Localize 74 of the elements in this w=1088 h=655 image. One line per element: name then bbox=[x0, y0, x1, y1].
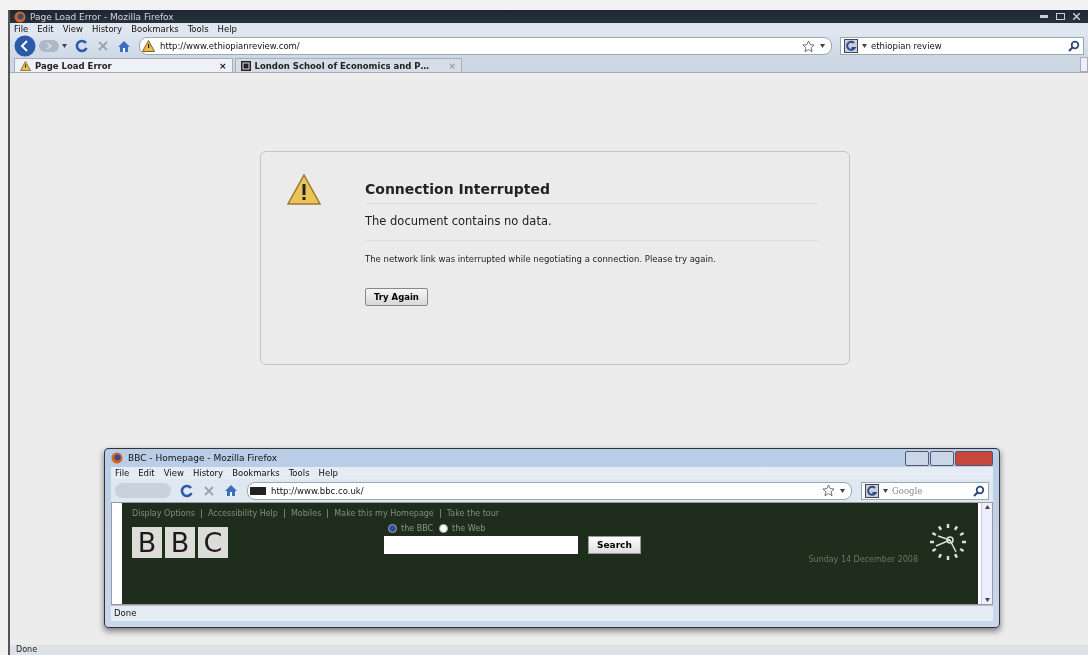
header-link[interactable]: Make this my Homepage bbox=[334, 509, 434, 518]
warning-icon bbox=[287, 174, 321, 205]
header-link[interactable]: Display Options bbox=[132, 509, 195, 518]
window-title: BBC - Homepage - Mozilla Firefox bbox=[128, 453, 278, 463]
menu-item[interactable]: Tools bbox=[288, 468, 310, 478]
tab[interactable]: London School of Economics and P… × bbox=[234, 58, 463, 72]
search-engine-icon[interactable] bbox=[865, 483, 879, 498]
search-input[interactable] bbox=[384, 536, 578, 554]
menu-item[interactable]: Tools bbox=[187, 24, 209, 34]
menu-item[interactable]: File bbox=[115, 468, 130, 478]
caret-icon[interactable] bbox=[883, 488, 888, 493]
date-text: Sunday 14 December 2008 bbox=[808, 555, 918, 564]
home-icon[interactable] bbox=[224, 484, 238, 497]
menu-item[interactable]: Edit bbox=[138, 468, 155, 478]
home-icon[interactable] bbox=[117, 39, 131, 53]
header-link[interactable]: Take the tour bbox=[446, 509, 500, 518]
bookmark-star-icon[interactable] bbox=[822, 484, 835, 497]
minimize-button[interactable] bbox=[905, 450, 929, 466]
search-engine-icon[interactable] bbox=[844, 39, 858, 53]
caret-icon[interactable] bbox=[820, 44, 825, 48]
logo-letter: B bbox=[165, 526, 195, 558]
menu-item[interactable]: History bbox=[91, 24, 123, 34]
back-icon[interactable] bbox=[14, 35, 36, 57]
tab[interactable]: Page Load Error × bbox=[14, 58, 233, 72]
bookmark-star-icon[interactable] bbox=[802, 39, 815, 53]
scope-radio[interactable]: the Web bbox=[439, 524, 486, 533]
menu-item[interactable]: History bbox=[192, 468, 224, 478]
firefox-logo-icon bbox=[14, 10, 26, 23]
close-icon[interactable] bbox=[1073, 13, 1080, 20]
error-summary: The document contains no data. bbox=[365, 204, 819, 241]
menu-item[interactable]: Bookmarks bbox=[232, 468, 280, 478]
logo-letter: C bbox=[198, 526, 228, 558]
scope-radio[interactable]: the BBC bbox=[388, 524, 434, 533]
search-field[interactable]: ethiopian review bbox=[840, 37, 1084, 55]
firefox-logo-icon bbox=[111, 452, 123, 464]
search-icon[interactable] bbox=[973, 484, 985, 497]
scrollbar[interactable] bbox=[981, 503, 992, 604]
header-link[interactable]: Accessibility Help bbox=[207, 509, 278, 518]
menu-item[interactable]: Edit bbox=[37, 24, 54, 34]
caret-icon[interactable] bbox=[62, 44, 67, 48]
menu-item[interactable]: View bbox=[163, 468, 184, 478]
address-bar[interactable]: http://www.bbc.co.uk/ bbox=[247, 481, 852, 500]
logo-letter: B bbox=[132, 526, 162, 558]
status-text: Done bbox=[10, 645, 1088, 655]
error-detail: The network link was interrupted while negotiating a connection. Please try again. bbox=[365, 253, 717, 264]
close-button[interactable] bbox=[955, 450, 993, 466]
header-link[interactable]: Mobiles bbox=[290, 509, 322, 518]
menu-item[interactable]: Help bbox=[217, 24, 237, 34]
try-again-button[interactable]: Try Again bbox=[365, 288, 428, 306]
warning-icon bbox=[20, 60, 31, 71]
browser-window[interactable] bbox=[104, 448, 1000, 628]
warning-icon bbox=[142, 40, 155, 52]
menu-item[interactable]: File bbox=[14, 24, 29, 34]
status-text: Done bbox=[111, 605, 993, 621]
search-icon[interactable] bbox=[1068, 40, 1080, 52]
menu-item[interactable]: Help bbox=[318, 468, 338, 478]
clock-drawing bbox=[928, 522, 968, 562]
caret-icon[interactable] bbox=[862, 44, 867, 48]
maximize-button[interactable] bbox=[930, 450, 954, 466]
error-title: Connection Interrupted bbox=[365, 174, 819, 204]
site-icon bbox=[240, 60, 251, 71]
menu-item[interactable]: Bookmarks bbox=[131, 24, 179, 34]
search-button[interactable]: Search bbox=[588, 536, 641, 554]
search-field[interactable]: Google bbox=[861, 481, 989, 500]
menu-item[interactable]: View bbox=[62, 24, 83, 34]
maximize-icon[interactable] bbox=[1056, 13, 1065, 20]
scroll-up-icon[interactable] bbox=[984, 505, 990, 509]
caret-icon[interactable] bbox=[840, 488, 845, 493]
reload-icon[interactable] bbox=[75, 39, 89, 53]
reload-icon[interactable] bbox=[180, 483, 194, 498]
site-icon bbox=[250, 486, 266, 495]
address-bar[interactable]: http://www.ethiopianreview.com/ bbox=[139, 37, 832, 55]
scroll-down-icon[interactable] bbox=[984, 598, 990, 602]
window-title: Page Load Error - Mozilla Firefox bbox=[30, 11, 174, 22]
